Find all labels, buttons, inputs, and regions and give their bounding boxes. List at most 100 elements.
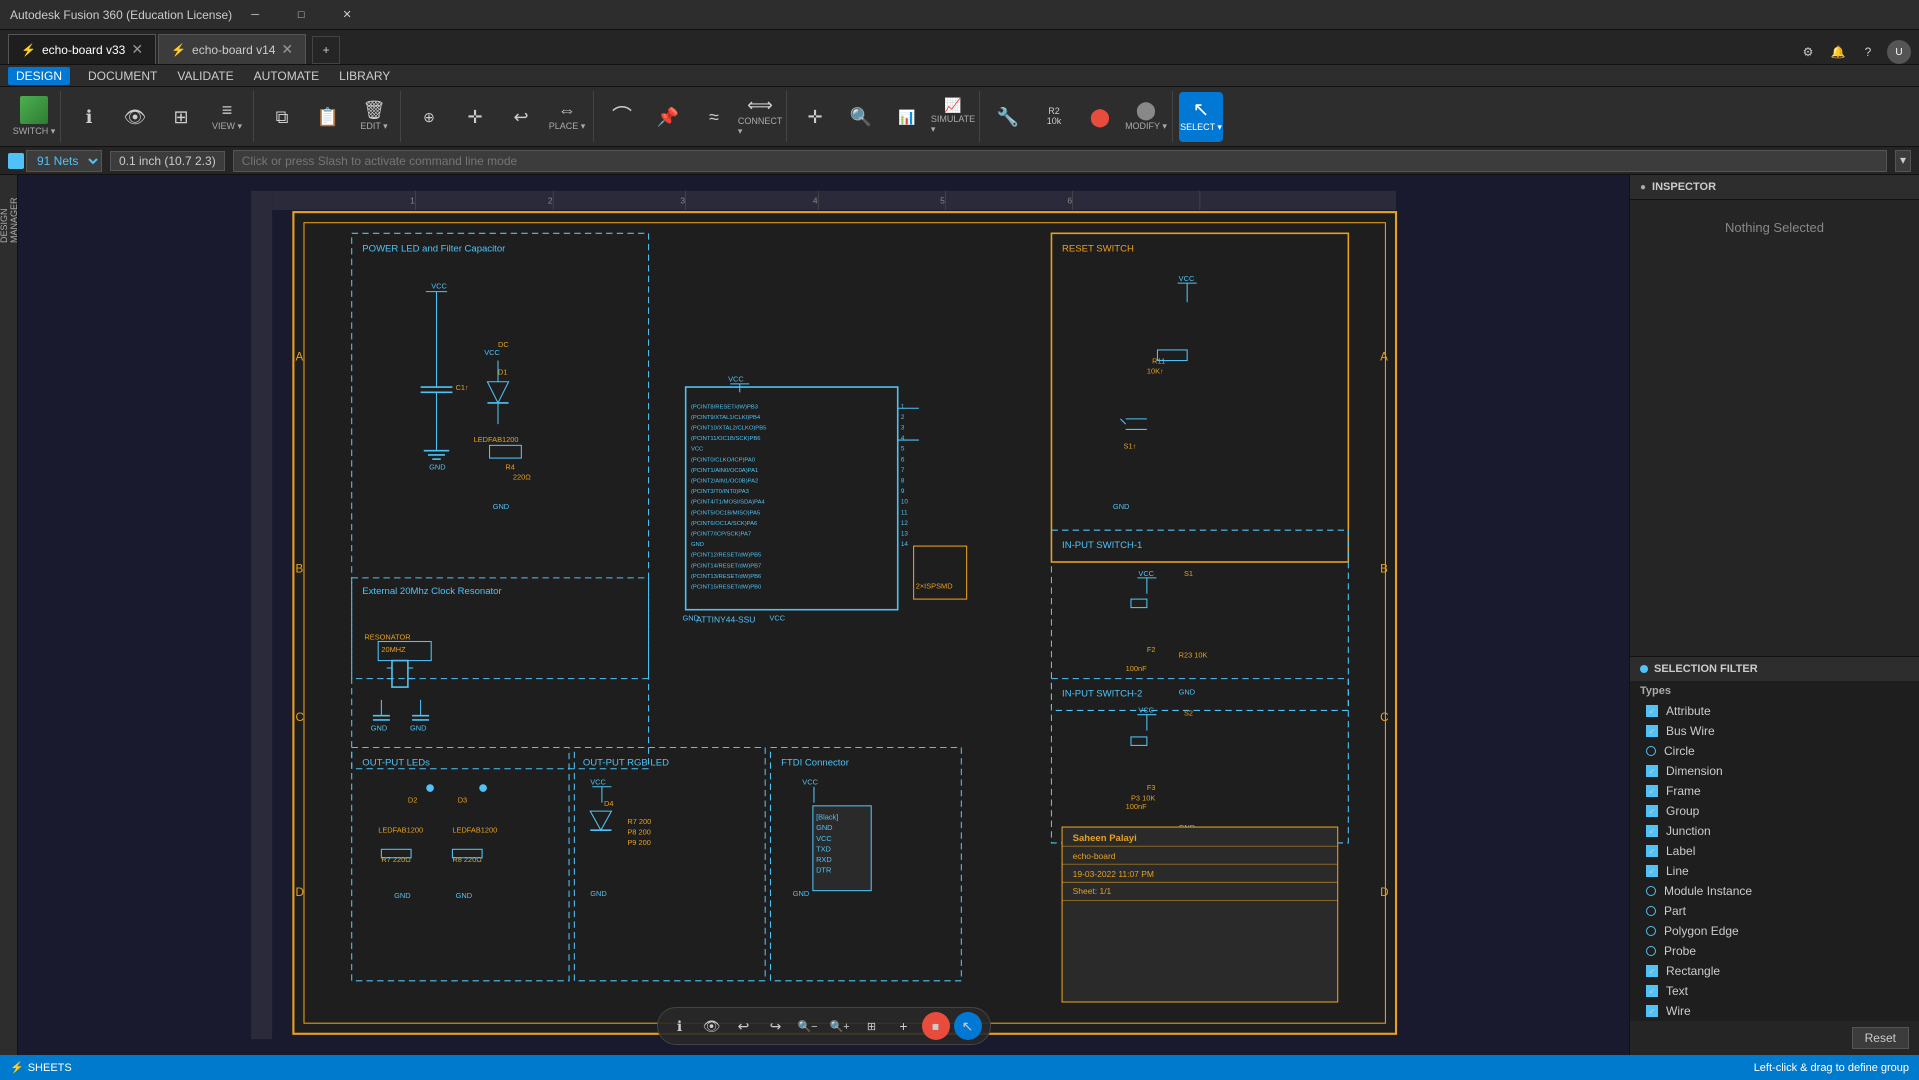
label-checkbox[interactable]: ✓ [1646,845,1658,857]
svg-text:GND: GND [691,542,704,548]
validate-menu-item[interactable]: VALIDATE [167,67,243,85]
sim2-button[interactable]: 📈 SIMULATE ▾ [931,92,975,142]
dimension-checkbox[interactable]: ✓ [1646,765,1658,777]
grid-button[interactable]: ⊞ [159,92,203,142]
test-button[interactable]: ⬤ MODIFY ▾ [1124,92,1168,142]
tab-echov14[interactable]: ⚡ echo-board v14 ✕ [158,34,306,64]
maximize-button[interactable]: □ [278,0,324,30]
svg-text:(PCINT4/T1/MOSI/SDA)PA4: (PCINT4/T1/MOSI/SDA)PA4 [691,500,765,506]
crosshair-button[interactable]: ✛ [793,92,837,142]
wire-button[interactable]: ⌒ [600,92,644,142]
layers-button[interactable]: ≡ VIEW ▾ [205,92,249,142]
filter-frame[interactable]: ✓ Frame [1630,781,1919,801]
help-icon[interactable]: ? [1857,41,1879,63]
settings-icon[interactable]: ⚙ [1797,41,1819,63]
svg-text:6: 6 [901,456,905,463]
filter-buswire[interactable]: ✓ Bus Wire [1630,721,1919,741]
properties-button[interactable]: 🔧 [986,92,1030,142]
filter-rectangle[interactable]: ✓ Rectangle [1630,961,1919,981]
buswire-checkbox[interactable]: ✓ [1646,725,1658,737]
filter-module-instance[interactable]: Module Instance [1630,881,1919,901]
line-checkbox[interactable]: ✓ [1646,865,1658,877]
value-button[interactable]: R210k [1032,92,1076,142]
tab-close-icon[interactable]: ✕ [131,41,143,58]
grid-icon: ⊞ [173,108,188,126]
filter-group[interactable]: ✓ Group [1630,801,1919,821]
delete-button[interactable]: 🗑 EDIT ▾ [352,92,396,142]
reset-button[interactable]: Reset [1852,1027,1909,1049]
command-dropdown-arrow[interactable]: ▾ [1895,150,1911,172]
svg-text:(PCINT7/ICP/SCK)PA7: (PCINT7/ICP/SCK)PA7 [691,531,751,537]
undo-button[interactable]: ↩ [499,92,543,142]
move-icon: ✛ [467,108,482,126]
library-menu-item[interactable]: LIBRARY [329,67,400,85]
filter-attribute[interactable]: ✓ Attribute [1630,701,1919,721]
canvas-zoom-plus-button[interactable]: 🔍+ [826,1012,854,1040]
filter-wire[interactable]: ✓ Wire [1630,1001,1919,1021]
canvas-eye-button[interactable]: 👁 [698,1012,726,1040]
paste-button[interactable]: 📋 [306,92,350,142]
group-label: Group [1666,804,1699,818]
filter-line[interactable]: ✓ Line [1630,861,1919,881]
selection-filter-header[interactable]: SELECTION FILTER [1630,657,1919,681]
filter-part[interactable]: Part [1630,901,1919,921]
filter-dimension[interactable]: ✓ Dimension [1630,761,1919,781]
minimize-button[interactable]: ─ [232,0,278,30]
info-button[interactable]: ℹ [67,92,111,142]
tab-echov33[interactable]: ⚡ echo-board v33 ✕ [8,34,156,64]
filter-text[interactable]: ✓ Text [1630,981,1919,1001]
tab-close-icon2[interactable]: ✕ [281,41,293,58]
attribute-checkbox[interactable]: ✓ [1646,705,1658,717]
svg-text:External 20Mhz Clock Resonator: External 20Mhz Clock Resonator [362,586,502,597]
svg-text:P8 200: P8 200 [627,827,650,836]
design-menu-item[interactable]: DESIGN [8,67,70,85]
design-manager-tab[interactable]: DESIGN MANAGER [1,183,17,243]
move-button[interactable]: ✛ [453,92,497,142]
canvas-cursor-button[interactable]: ↖ [954,1012,982,1040]
eye-button[interactable]: 👁 [113,92,157,142]
canvas-redo-button[interactable]: ↪ [762,1012,790,1040]
filter-junction[interactable]: ✓ Junction [1630,821,1919,841]
copy-button[interactable]: ⧉ [260,92,304,142]
zoom-erc-button[interactable]: 🔍 [839,92,883,142]
module-instance-label: Module Instance [1664,884,1752,898]
group-checkbox[interactable]: ✓ [1646,805,1658,817]
filter-probe[interactable]: Probe [1630,941,1919,961]
document-menu-item[interactable]: DOCUMENT [78,67,167,85]
sim1-button[interactable]: 📊 [885,92,929,142]
avatar[interactable]: U [1887,40,1911,64]
filter-label[interactable]: ✓ Label [1630,841,1919,861]
svg-text:DTR: DTR [816,866,831,875]
close-button[interactable]: ✕ [324,0,370,30]
canvas-info-button[interactable]: ℹ [666,1012,694,1040]
automate-menu-item[interactable]: AUTOMATE [244,67,330,85]
wire-checkbox[interactable]: ✓ [1646,1005,1658,1017]
command-input[interactable] [233,150,1887,172]
text-checkbox[interactable]: ✓ [1646,985,1658,997]
rectangle-checkbox[interactable]: ✓ [1646,965,1658,977]
canvas-area[interactable]: 1 2 3 4 5 6 A B C D A [18,175,1629,1055]
canvas-stop-button[interactable]: ⏹ [922,1012,950,1040]
add-part-button[interactable]: ⊕ [407,92,451,142]
svg-text:C1↑: C1↑ [456,383,469,392]
frame-checkbox[interactable]: ✓ [1646,785,1658,797]
pin-button[interactable]: 📌 [646,92,690,142]
net-selector[interactable]: 91 Nets [26,150,102,172]
filter-polygon-edge[interactable]: Polygon Edge [1630,921,1919,941]
filter-circle[interactable]: Circle [1630,741,1919,761]
canvas-undo-button[interactable]: ↩ [730,1012,758,1040]
net-button[interactable]: ⬤ [1078,92,1122,142]
select-button[interactable]: ↖ SELECT ▾ [1179,92,1223,142]
junction-button[interactable]: ⟺ CONNECT ▾ [738,92,782,142]
new-tab-button[interactable]: + [312,36,340,64]
select-label: SELECT ▾ [1180,122,1222,133]
switch-button[interactable]: SWITCH ▾ [12,92,56,142]
svg-text:9: 9 [901,488,905,495]
notification-icon[interactable]: 🔔 [1827,41,1849,63]
mirror-button[interactable]: ⇔ PLACE ▾ [545,92,589,142]
canvas-grid-button[interactable]: + [890,1012,918,1040]
canvas-zoom-minus-button[interactable]: 🔍− [794,1012,822,1040]
canvas-fit-button[interactable]: ⊞ [858,1012,886,1040]
junction-checkbox[interactable]: ✓ [1646,825,1658,837]
bus-button[interactable]: ≈ [692,92,736,142]
